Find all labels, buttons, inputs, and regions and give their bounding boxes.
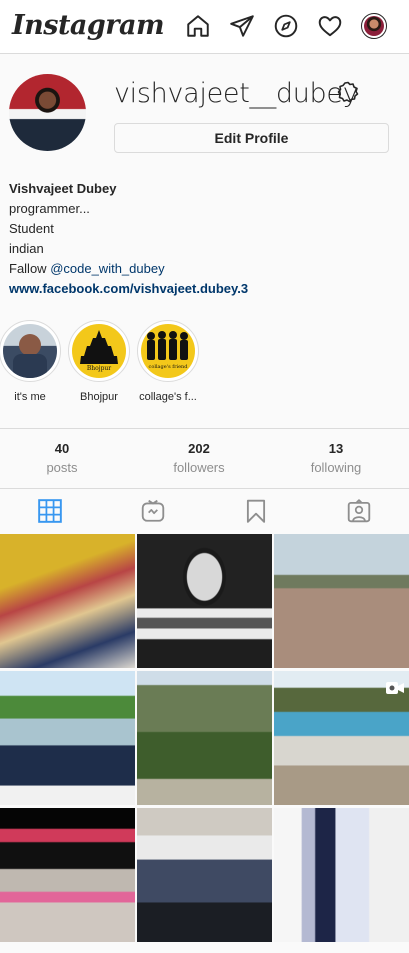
highlight-item[interactable]: collage's friend collage's f... (135, 320, 201, 403)
posts-label: posts (46, 460, 78, 475)
home-icon[interactable] (185, 13, 211, 39)
post-thumbnail[interactable] (0, 671, 135, 805)
following-label: following (310, 460, 362, 475)
highlight-cover (3, 324, 57, 378)
highlight-cover: Bhojpur (72, 324, 126, 378)
saved-bookmark-tab-icon[interactable] (243, 498, 269, 524)
explore-compass-icon[interactable] (273, 13, 299, 39)
post-thumbnail[interactable] (274, 808, 409, 942)
followers-stat[interactable]: 202 followers (139, 441, 259, 475)
bio-line: programmer... (9, 201, 90, 216)
profile-stats-bar: 40 posts 202 followers 13 following (0, 428, 409, 489)
bio-follow-line: Fallow @code_with_dubey (9, 259, 248, 279)
highlight-label: it's me (14, 391, 46, 403)
full-name: Vishvajeet Dubey (9, 181, 117, 196)
igtv-tab-icon[interactable] (140, 498, 166, 524)
posts-stat[interactable]: 40 posts (2, 441, 122, 475)
highlight-label: collage's f... (139, 391, 197, 403)
post-thumbnail[interactable] (137, 808, 272, 942)
bio-follow-prefix: Fallow (9, 261, 51, 276)
profile-username: vishvajeet__dubey (114, 78, 359, 109)
post-thumbnail[interactable] (137, 671, 272, 805)
profile-bio: Vishvajeet Dubey programmer... Student i… (9, 179, 248, 299)
followers-count: 202 (188, 441, 210, 456)
post-thumbnail[interactable] (137, 534, 272, 668)
edit-profile-button[interactable]: Edit Profile (114, 123, 389, 153)
highlight-cover-text: collage's friend (148, 364, 188, 370)
post-thumbnail[interactable] (274, 534, 409, 668)
following-stat[interactable]: 13 following (276, 441, 396, 475)
posts-grid-tab-icon[interactable] (37, 498, 63, 524)
bio-line: indian (9, 241, 44, 256)
profile-avatar-nav[interactable] (361, 13, 387, 39)
direct-message-icon[interactable] (229, 13, 255, 39)
tagged-tab-icon[interactable] (346, 498, 372, 524)
following-count: 13 (328, 441, 344, 456)
highlight-item[interactable]: Bhojpur Bhojpur (66, 320, 132, 403)
post-thumbnail[interactable] (0, 534, 135, 668)
highlight-label: Bhojpur (80, 391, 118, 403)
bio-line: Student (9, 221, 54, 236)
profile-picture[interactable] (9, 74, 86, 151)
posts-count: 40 (54, 441, 70, 456)
website-link[interactable]: www.facebook.com/vishvajeet.dubey.3 (9, 279, 248, 299)
bio-mention-link[interactable]: @code_with_dubey (50, 261, 164, 276)
post-thumbnail[interactable] (0, 808, 135, 942)
activity-heart-icon[interactable] (317, 13, 343, 39)
highlight-cover: collage's friend (141, 324, 195, 378)
video-camera-icon (386, 682, 404, 694)
highlight-item[interactable]: it's me (0, 320, 63, 403)
post-thumbnail[interactable] (274, 671, 409, 805)
settings-gear-icon[interactable] (336, 80, 360, 104)
instagram-logo[interactable]: Instagram (12, 10, 165, 41)
followers-label: followers (173, 460, 225, 475)
highlight-cover-text: Bhojpur (86, 365, 112, 372)
top-navigation-bar: Instagram (0, 0, 409, 54)
